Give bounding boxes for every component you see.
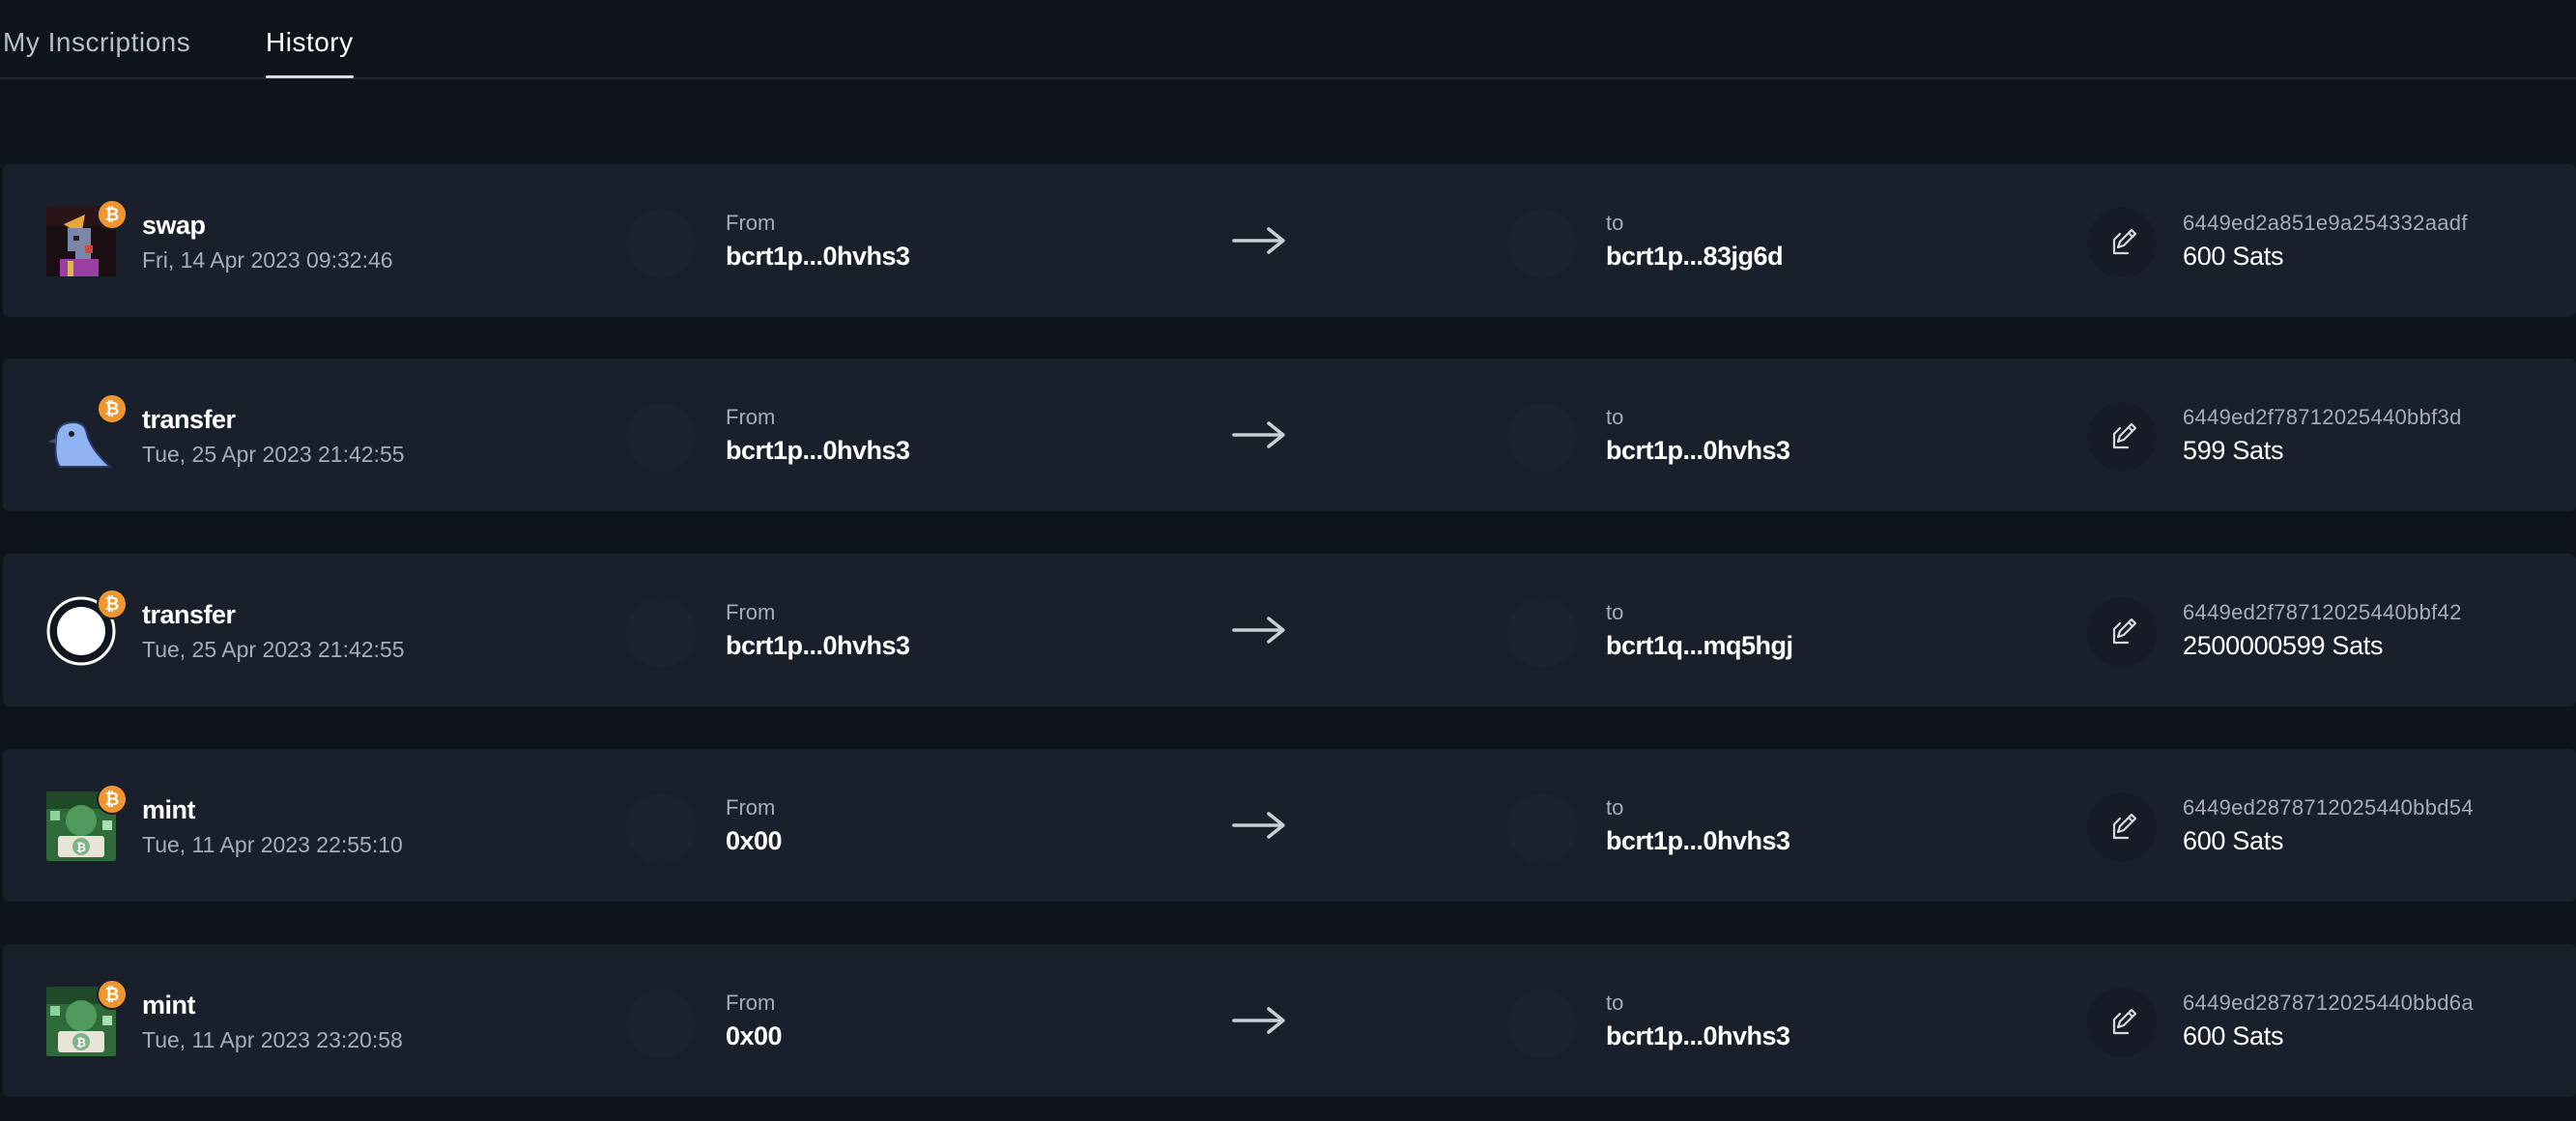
inscription-thumbnail: ₿ ₿ (43, 979, 128, 1057)
inscribe-pen-icon (2112, 422, 2137, 449)
to-avatar-placeholder (1507, 989, 1577, 1058)
arrow-right-icon (1232, 1007, 1285, 1034)
from-avatar-placeholder (626, 793, 696, 863)
event-date: Tue, 11 Apr 2023 22:55:10 (142, 832, 403, 857)
from-label: From (726, 211, 776, 235)
history-row[interactable]: ₿ ₿ mint Tue, 11 Apr 2023 23:20:58 From … (3, 944, 2576, 1097)
inscription-thumbnail: ₿ (43, 393, 128, 472)
event-type: transfer (142, 600, 236, 629)
to-address[interactable]: bcrt1q...mq5hgj (1606, 631, 1793, 661)
from-avatar-placeholder (626, 598, 696, 668)
inscription-thumbnail: ₿ (43, 199, 128, 277)
svg-text:₿: ₿ (76, 1036, 86, 1049)
transaction-id[interactable]: 6449ed2a851e9a254332aadf (2183, 211, 2468, 236)
event-date: Tue, 25 Apr 2023 21:42:55 (142, 442, 405, 467)
to-avatar-placeholder (1507, 793, 1577, 863)
to-avatar-placeholder (1507, 209, 1577, 278)
tab-history[interactable]: History (266, 27, 354, 78)
amount: 2500000599 Sats (2183, 631, 2384, 660)
to-address[interactable]: bcrt1p...0hvhs3 (1606, 436, 1790, 466)
inscribe-action-button[interactable] (2087, 208, 2157, 277)
arrow-right-icon (1232, 617, 1285, 644)
to-label: to (1606, 795, 1624, 819)
arrow-right-icon (1232, 812, 1285, 839)
amount: 600 Sats (2183, 242, 2284, 271)
inscription-thumbnail: ₿ ₿ (43, 784, 128, 862)
from-avatar-placeholder (626, 209, 696, 278)
event-date: Tue, 25 Apr 2023 21:42:55 (142, 637, 405, 662)
inscription-thumbnail: ₿ (43, 589, 128, 667)
history-row[interactable]: ₿ transfer Tue, 25 Apr 2023 21:42:55 Fro… (3, 554, 2576, 706)
history-row[interactable]: ₿ swap Fri, 14 Apr 2023 09:32:46 From bc… (3, 164, 2576, 317)
from-address[interactable]: 0x00 (726, 826, 783, 856)
transaction-id[interactable]: 6449ed2878712025440bbd6a (2183, 991, 2474, 1016)
tab-my-inscriptions[interactable]: My Inscriptions (3, 27, 190, 58)
amount: 600 Sats (2183, 826, 2284, 855)
amount: 600 Sats (2183, 1021, 2284, 1050)
arrow-right-icon (1232, 421, 1285, 448)
from-address[interactable]: 0x00 (726, 1021, 783, 1051)
event-date: Fri, 14 Apr 2023 09:32:46 (142, 247, 393, 273)
bitcoin-badge-icon: ₿ (97, 199, 128, 230)
inscribe-action-button[interactable] (2087, 402, 2157, 472)
to-avatar-placeholder (1507, 598, 1577, 668)
inscribe-pen-icon (2112, 618, 2137, 645)
bitcoin-badge-icon: ₿ (97, 393, 128, 424)
transaction-id[interactable]: 6449ed2f78712025440bbf42 (2183, 600, 2462, 625)
event-type: mint (142, 795, 196, 824)
to-address[interactable]: bcrt1p...0hvhs3 (1606, 826, 1790, 856)
transaction-id[interactable]: 6449ed2878712025440bbd54 (2183, 795, 2474, 820)
from-label: From (726, 405, 776, 429)
event-type: swap (142, 211, 206, 240)
bitcoin-badge-icon: ₿ (97, 979, 128, 1010)
event-type: transfer (142, 405, 236, 434)
inscribe-pen-icon (2112, 813, 2137, 840)
inscribe-pen-icon (2112, 228, 2137, 255)
bitcoin-badge-icon: ₿ (97, 589, 128, 619)
transaction-id[interactable]: 6449ed2f78712025440bbf3d (2183, 405, 2462, 430)
to-avatar-placeholder (1507, 403, 1577, 473)
from-avatar-placeholder (626, 403, 696, 473)
amount: 599 Sats (2183, 436, 2284, 465)
to-label: to (1606, 211, 1624, 235)
from-address[interactable]: bcrt1p...0hvhs3 (726, 436, 910, 466)
bitcoin-badge-icon: ₿ (97, 784, 128, 815)
from-address[interactable]: bcrt1p...0hvhs3 (726, 242, 910, 272)
from-label: From (726, 991, 776, 1015)
svg-text:₿: ₿ (76, 841, 86, 854)
from-avatar-placeholder (626, 989, 696, 1058)
history-row[interactable]: ₿ transfer Tue, 25 Apr 2023 21:42:55 Fro… (3, 359, 2576, 511)
to-label: to (1606, 405, 1624, 429)
from-label: From (726, 600, 776, 624)
tab-bar: My Inscriptions History (0, 0, 2576, 79)
event-date: Tue, 11 Apr 2023 23:20:58 (142, 1027, 403, 1052)
from-label: From (726, 795, 776, 819)
to-address[interactable]: bcrt1p...83jg6d (1606, 242, 1784, 272)
inscribe-action-button[interactable] (2087, 792, 2157, 862)
inscribe-action-button[interactable] (2087, 597, 2157, 667)
inscribe-pen-icon (2112, 1008, 2137, 1035)
to-label: to (1606, 600, 1624, 624)
to-address[interactable]: bcrt1p...0hvhs3 (1606, 1021, 1790, 1051)
to-label: to (1606, 991, 1624, 1015)
arrow-right-icon (1232, 227, 1285, 254)
event-type: mint (142, 991, 196, 1020)
from-address[interactable]: bcrt1p...0hvhs3 (726, 631, 910, 661)
inscribe-action-button[interactable] (2087, 988, 2157, 1057)
history-row[interactable]: ₿ ₿ mint Tue, 11 Apr 2023 22:55:10 From … (3, 749, 2576, 902)
